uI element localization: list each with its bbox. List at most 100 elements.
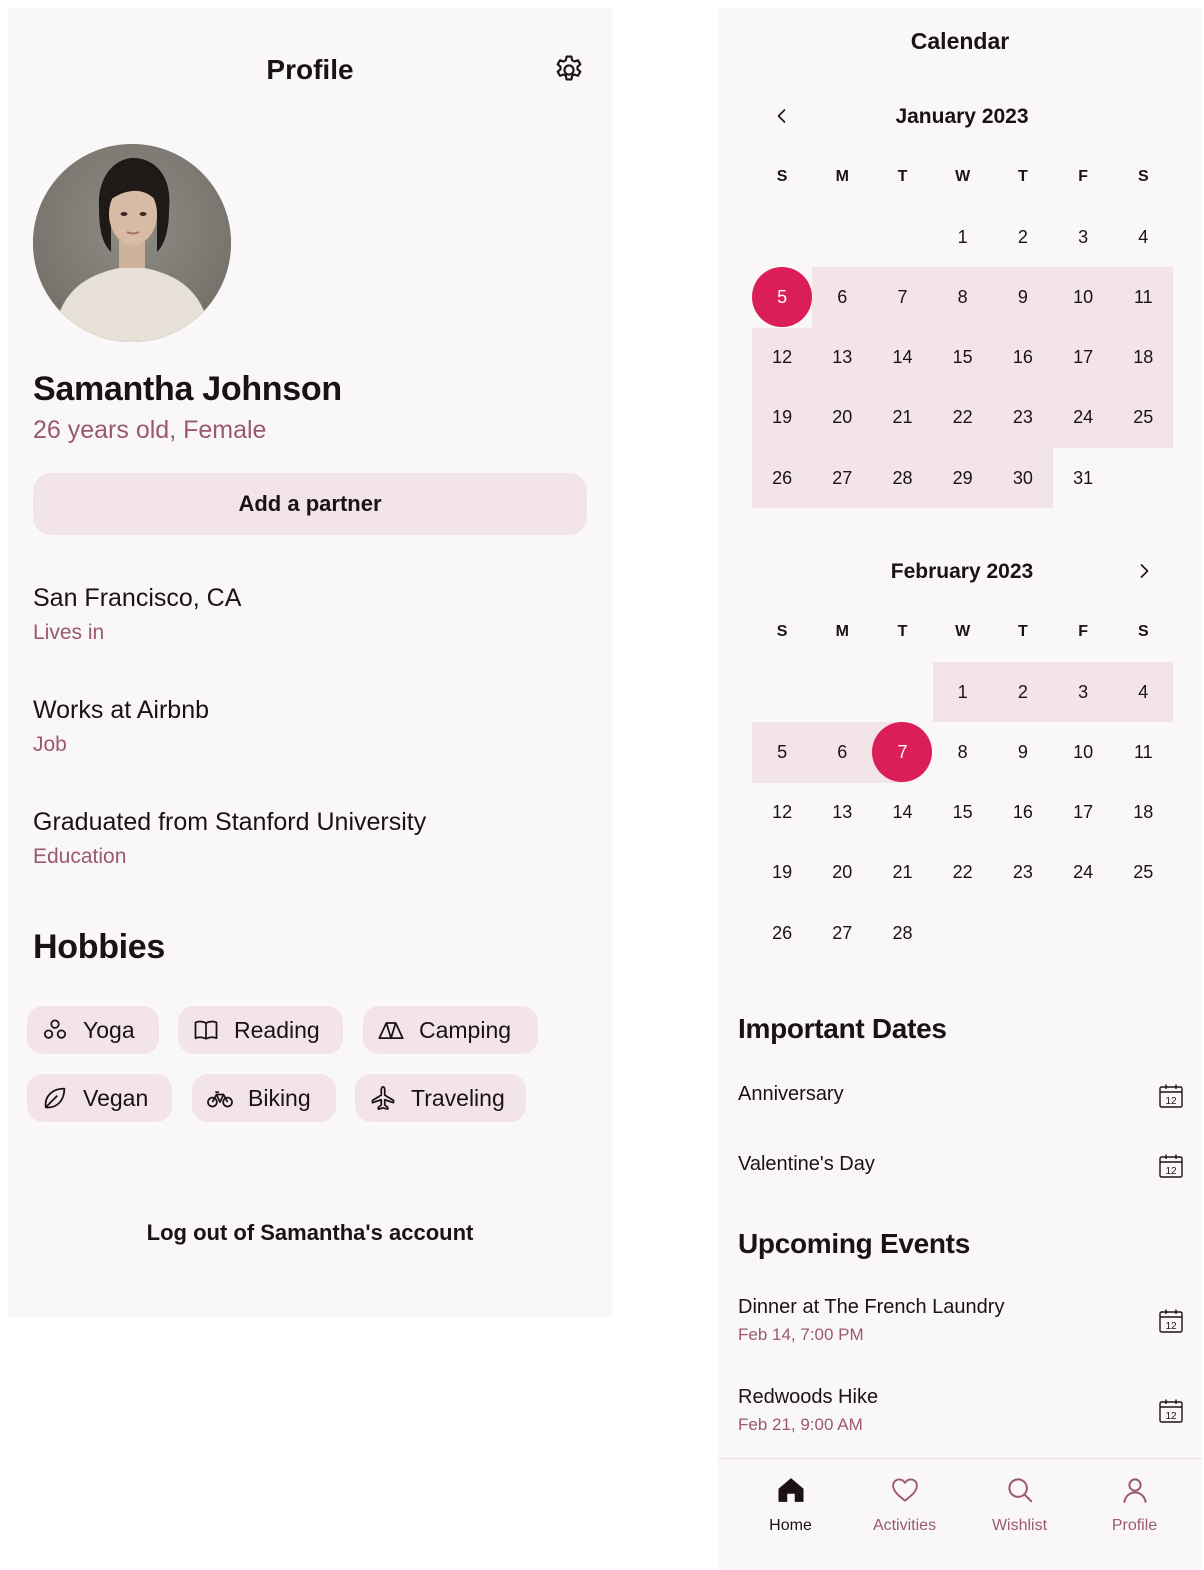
calendar-day[interactable]: 6 [812, 722, 873, 783]
calendar-day[interactable]: 15 [932, 327, 993, 388]
calendar-day[interactable]: 29 [932, 448, 993, 509]
calendar-day[interactable]: 28 [872, 903, 932, 963]
calendar-day[interactable]: 30 [992, 448, 1053, 509]
calendar-day[interactable]: 20 [812, 387, 873, 448]
calendar-day[interactable]: 27 [812, 448, 873, 509]
calendar-day[interactable]: 12 [752, 327, 813, 388]
calendar-day-number: 21 [892, 407, 913, 428]
calendar-day[interactable]: 10 [1053, 267, 1114, 328]
calendar-day[interactable]: 22 [932, 387, 993, 448]
chevron-right-icon[interactable] [1134, 561, 1154, 581]
calendar-day[interactable]: 18 [1113, 783, 1173, 843]
avatar [33, 144, 231, 342]
calendar-day-number: 27 [832, 922, 853, 943]
calendar-12-icon: 12 [1159, 1399, 1183, 1423]
calendar-day[interactable]: 18 [1113, 327, 1174, 388]
calendar-day[interactable]: 6 [812, 267, 873, 328]
add-partner-button[interactable]: Add a partner [33, 473, 587, 535]
calendar-day[interactable]: 22 [933, 843, 993, 903]
info-label: Job [33, 733, 67, 756]
calendar-day[interactable]: 7 [872, 267, 933, 328]
calendar-day-number: 2 [1017, 226, 1028, 247]
calendar-day[interactable]: 21 [872, 387, 933, 448]
calendar-day[interactable]: 9 [993, 722, 1053, 782]
hobby-chip-yoga[interactable]: Yoga [27, 1006, 159, 1054]
calendar-day-number: 24 [1073, 407, 1094, 428]
info-education: Graduated from Stanford University Educa… [33, 808, 426, 869]
nav-label: Activities [872, 1517, 937, 1534]
calendar-day[interactable]: 10 [1053, 722, 1113, 782]
calendar-day-number: 8 [957, 286, 968, 307]
calendar-day[interactable]: 16 [992, 327, 1053, 388]
hobby-chip-reading[interactable]: Reading [178, 1006, 343, 1054]
calendar-day[interactable]: 25 [1113, 843, 1173, 903]
calendar-day[interactable]: 31 [1053, 448, 1113, 508]
calendar-day[interactable]: 12 [752, 783, 812, 843]
calendar-day-number: 28 [892, 922, 913, 943]
calendar-day[interactable]: 8 [932, 267, 993, 328]
nav-profile[interactable]: Profile [1074, 1459, 1195, 1570]
event-row[interactable]: Dinner at The French Laundry Feb 14, 7:0… [738, 1296, 1184, 1352]
calendar-day[interactable]: 16 [993, 783, 1053, 843]
calendar-day[interactable]: 23 [992, 387, 1053, 448]
calendar-day[interactable]: 2 [992, 662, 1053, 723]
calendar-day[interactable]: 13 [812, 327, 873, 388]
calendar-day-number: 22 [952, 407, 973, 428]
calendar-day[interactable]: 14 [872, 327, 933, 388]
tent-icon [378, 1022, 404, 1040]
calendar-day[interactable]: 13 [812, 783, 872, 843]
nav-activities[interactable]: Activities [844, 1459, 965, 1570]
calendar-day[interactable]: 23 [993, 843, 1053, 903]
important-date-row[interactable]: Valentine's Day 12 [738, 1153, 1184, 1183]
hobby-chip-traveling[interactable]: Traveling [355, 1074, 526, 1122]
hobby-chip-camping[interactable]: Camping [363, 1006, 538, 1054]
hobby-label: Reading [234, 1016, 320, 1043]
calendar-day[interactable]: 1 [933, 207, 993, 267]
calendar-day[interactable]: 14 [872, 783, 932, 843]
nav-home[interactable]: Home [730, 1459, 851, 1570]
calendar-day[interactable]: 4 [1113, 207, 1173, 267]
hobby-chip-biking[interactable]: Biking [192, 1074, 336, 1122]
calendar-day[interactable]: 9 [992, 267, 1053, 328]
gear-icon[interactable] [552, 53, 586, 87]
calendar-day[interactable]: 19 [752, 387, 813, 448]
logout-link[interactable]: Log out of Samantha's account [8, 1220, 612, 1246]
calendar-day-number: 17 [1073, 802, 1094, 823]
calendar-day[interactable]: 24 [1053, 843, 1113, 903]
calendar-day[interactable]: 8 [933, 722, 993, 782]
calendar-day-number: 1 [957, 226, 968, 247]
calendar-day-number: 15 [952, 802, 973, 823]
calendar-day[interactable]: 4 [1113, 662, 1174, 723]
calendar-day[interactable]: 19 [752, 843, 812, 903]
calendar-day[interactable]: 28 [872, 448, 933, 509]
calendar-day[interactable]: 11 [1113, 267, 1174, 328]
calendar-day[interactable]: 3 [1053, 207, 1113, 267]
calendar-day-selected[interactable]: 7 [872, 722, 933, 783]
important-date-row[interactable]: Anniversary 12 [738, 1083, 1184, 1113]
nav-wishlist[interactable]: Wishlist [959, 1459, 1080, 1570]
calendar-day[interactable]: 3 [1053, 662, 1114, 723]
calendar-day[interactable]: 15 [933, 783, 993, 843]
calendar-day[interactable]: 24 [1053, 387, 1114, 448]
calendar-day[interactable]: 5 [752, 722, 813, 783]
calendar-day[interactable]: 2 [993, 207, 1053, 267]
heart-icon [892, 1478, 918, 1502]
calendar-day-number: 12 [772, 347, 793, 368]
calendar-day[interactable]: 27 [812, 903, 872, 963]
calendar-day-number: 4 [1138, 681, 1149, 702]
calendar-day-number: 22 [952, 862, 973, 883]
calendar-day[interactable]: 1 [932, 662, 993, 723]
calendar-day[interactable]: 17 [1053, 783, 1113, 843]
calendar-day-selected[interactable]: 5 [752, 267, 813, 328]
hobby-chip-vegan[interactable]: Vegan [27, 1074, 172, 1122]
calendar-day[interactable]: 21 [872, 843, 932, 903]
calendar-day[interactable]: 25 [1113, 387, 1174, 448]
calendar-day[interactable]: 26 [752, 448, 813, 509]
calendar-day[interactable]: 26 [752, 903, 812, 963]
calendar-day[interactable]: 11 [1113, 722, 1173, 782]
event-row[interactable]: Redwoods Hike Feb 21, 9:00 AM 12 [738, 1386, 1184, 1442]
bottom-nav: Home Activities Wishlist Profile [718, 1458, 1202, 1570]
calendar-day[interactable]: 20 [812, 843, 872, 903]
calendar-day[interactable]: 17 [1053, 327, 1114, 388]
calendar-day-number: 10 [1073, 741, 1094, 762]
